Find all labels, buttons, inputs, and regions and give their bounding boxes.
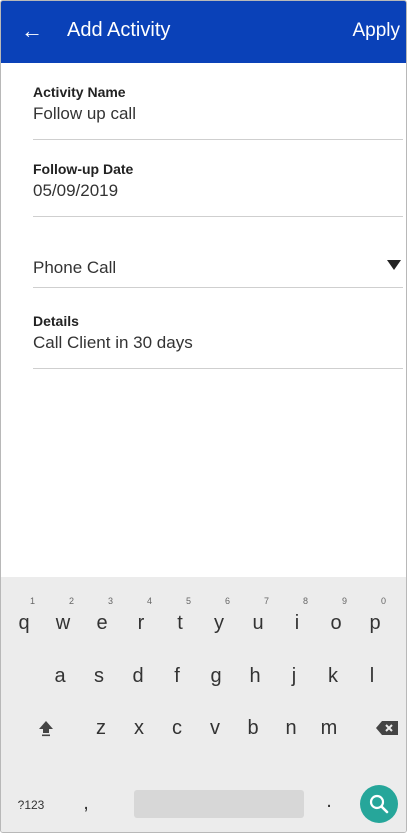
screen: ← Add Activity Apply Activity Name Follo… bbox=[0, 0, 407, 833]
activity-name-label: Activity Name bbox=[33, 84, 126, 100]
details-value[interactable]: Call Client in 30 days bbox=[33, 333, 403, 353]
activity-name-value[interactable]: Follow up call bbox=[33, 104, 403, 124]
key-label: p bbox=[369, 612, 381, 634]
key-a[interactable]: a bbox=[45, 658, 75, 694]
key-c[interactable]: c bbox=[162, 710, 192, 746]
key-v[interactable]: v bbox=[200, 710, 230, 746]
key-label: y bbox=[214, 612, 224, 634]
follow-up-date-label: Follow-up Date bbox=[33, 161, 134, 177]
key-e[interactable]: e3 bbox=[87, 597, 117, 641]
key-s[interactable]: s bbox=[84, 658, 114, 694]
key-label: w bbox=[55, 612, 71, 634]
follow-up-date-field[interactable]: Follow-up Date 05/09/2019 bbox=[33, 161, 403, 217]
key-f[interactable]: f bbox=[162, 658, 192, 694]
key-hint: 5 bbox=[186, 596, 192, 606]
period-key[interactable]: . bbox=[314, 783, 344, 819]
search-button[interactable] bbox=[360, 785, 398, 823]
key-o[interactable]: o9 bbox=[321, 597, 351, 641]
key-g[interactable]: g bbox=[201, 658, 231, 694]
key-z[interactable]: z bbox=[86, 710, 116, 746]
key-label: r bbox=[137, 612, 145, 634]
key-label: t bbox=[177, 612, 183, 634]
key-hint: 0 bbox=[381, 596, 387, 606]
key-hint: 6 bbox=[225, 596, 231, 606]
key-d[interactable]: d bbox=[123, 658, 153, 694]
key-n[interactable]: n bbox=[276, 710, 306, 746]
app-bar: ← Add Activity Apply bbox=[1, 1, 406, 63]
key-hint: 3 bbox=[108, 596, 114, 606]
key-label: e bbox=[96, 612, 108, 634]
key-hint: 9 bbox=[342, 596, 348, 606]
key-k[interactable]: k bbox=[318, 658, 348, 694]
arrow-left-icon[interactable]: ← bbox=[19, 18, 45, 44]
key-label: o bbox=[330, 612, 342, 634]
spacebar[interactable] bbox=[134, 790, 304, 818]
backspace-icon[interactable] bbox=[367, 710, 406, 746]
dropdown-caret-icon[interactable] bbox=[387, 260, 401, 270]
key-label: u bbox=[252, 612, 264, 634]
key-y[interactable]: y6 bbox=[204, 597, 234, 641]
apply-button[interactable]: Apply bbox=[352, 20, 400, 42]
key-b[interactable]: b bbox=[238, 710, 268, 746]
key-w[interactable]: w2 bbox=[48, 597, 78, 641]
shift-icon[interactable] bbox=[31, 710, 61, 746]
search-icon bbox=[369, 794, 389, 814]
activity-name-field[interactable]: Activity Name Follow up call bbox=[33, 84, 403, 140]
details-label: Details bbox=[33, 313, 79, 329]
activity-type-value[interactable]: Phone Call bbox=[33, 258, 403, 278]
key-hint: 2 bbox=[69, 596, 75, 606]
activity-type-dropdown[interactable]: Phone Call bbox=[33, 246, 403, 288]
key-p[interactable]: p0 bbox=[360, 597, 390, 641]
key-hint: 1 bbox=[30, 596, 36, 606]
key-hint: 4 bbox=[147, 596, 153, 606]
key-x[interactable]: x bbox=[124, 710, 154, 746]
key-q[interactable]: q1 bbox=[9, 597, 39, 641]
key-t[interactable]: t5 bbox=[165, 597, 195, 641]
key-hint: 8 bbox=[303, 596, 309, 606]
page-title: Add Activity bbox=[67, 19, 171, 41]
key-label: q bbox=[18, 612, 30, 634]
soft-keyboard: q1w2e3r4t5y6u7i8o9p0 asdfghjkl zxcvbnm ?… bbox=[1, 577, 406, 832]
comma-key[interactable]: , bbox=[71, 785, 101, 821]
key-r[interactable]: r4 bbox=[126, 597, 156, 641]
key-j[interactable]: j bbox=[279, 658, 309, 694]
key-i[interactable]: i8 bbox=[282, 597, 312, 641]
details-field[interactable]: Details Call Client in 30 days bbox=[33, 313, 403, 369]
key-hint: 7 bbox=[264, 596, 270, 606]
key-label: i bbox=[294, 612, 300, 634]
key-u[interactable]: u7 bbox=[243, 597, 273, 641]
key-h[interactable]: h bbox=[240, 658, 270, 694]
key-l[interactable]: l bbox=[357, 658, 387, 694]
key-m[interactable]: m bbox=[314, 710, 344, 746]
symbols-key[interactable]: ?123 bbox=[9, 787, 53, 823]
follow-up-date-value[interactable]: 05/09/2019 bbox=[33, 181, 403, 201]
